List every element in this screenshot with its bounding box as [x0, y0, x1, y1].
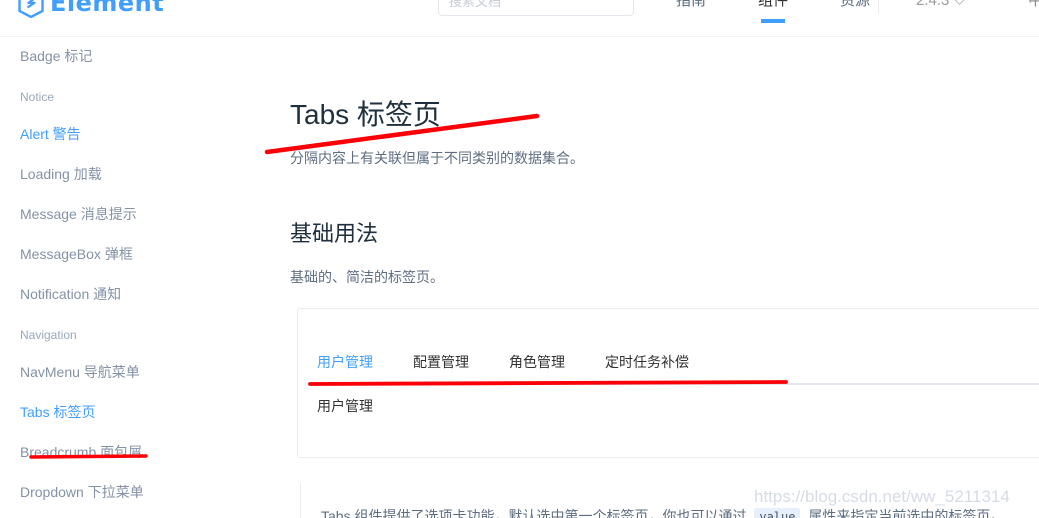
sidebar-item-badge[interactable]: Badge 标记: [0, 36, 290, 76]
nav-item-guide[interactable]: 指南: [650, 0, 732, 14]
nav-item-label: 资源: [840, 0, 871, 9]
site-header: Element 搜索文档 指南 组件 资源 2.4.3 中: [0, 0, 1039, 37]
tab-panel-content: 用户管理: [317, 398, 373, 414]
description-part1: Tabs 组件提供了选项卡功能，默认选中第一个标签页，你也可以通过: [321, 508, 747, 518]
tab-role-management[interactable]: 角色管理: [509, 343, 585, 381]
tabs-active-indicator: [317, 383, 373, 385]
sidebar-group-navigation: Navigation: [20, 328, 77, 342]
tab-label: 用户管理: [317, 354, 373, 370]
logo-wordmark: Element: [50, 0, 165, 17]
sidebar-item-breadcrumb[interactable]: Breadcrumb 面包屑: [0, 432, 290, 472]
sidebar-item-message[interactable]: Message 消息提示: [0, 194, 290, 234]
tab-config-management[interactable]: 配置管理: [413, 343, 489, 381]
sidebar-item-navmenu[interactable]: NavMenu 导航菜单: [0, 352, 290, 392]
nav-item-components[interactable]: 组件: [732, 0, 814, 14]
language-label: 中: [1028, 0, 1039, 9]
nav-item-label: 指南: [676, 0, 707, 9]
version-selector[interactable]: 2.4.3: [916, 0, 967, 14]
sidebar-item-notification[interactable]: Notification 通知: [0, 274, 290, 314]
tab-label: 角色管理: [509, 354, 565, 370]
page-subtitle: 分隔内容上有关联但属于不同类别的数据集合。: [290, 149, 584, 166]
nav-item-resources[interactable]: 资源: [814, 0, 896, 14]
tabs-list: 用户管理 配置管理 角色管理 定时任务补偿: [317, 343, 1039, 381]
header-divider: [878, 0, 879, 14]
version-label: 2.4.3: [916, 0, 950, 9]
tab-label: 配置管理: [413, 354, 469, 370]
tab-scheduled-task-compensation[interactable]: 定时任务补偿: [605, 343, 709, 381]
component-sidebar[interactable]: Badge 标记 Notice Alert 警告 Loading 加载 Mess…: [0, 36, 290, 518]
page-title: Tabs 标签页: [290, 99, 441, 130]
nav-item-label: 组件: [758, 0, 789, 9]
description-part2: 属性来指定当前选中的标签页。: [808, 508, 1005, 518]
site-logo[interactable]: Element: [18, 0, 165, 19]
language-switcher[interactable]: 中: [1028, 0, 1039, 14]
sidebar-item-tabs[interactable]: Tabs 标签页: [0, 392, 290, 432]
sidebar-item-loading[interactable]: Loading 加载: [0, 154, 290, 194]
tab-label: 定时任务补偿: [605, 354, 689, 370]
main-content: Tabs 标签页 分隔内容上有关联但属于不同类别的数据集合。 基础用法 基础的、…: [290, 36, 1039, 518]
sidebar-item-messagebox[interactable]: MessageBox 弹框: [0, 234, 290, 274]
tabs-header: 用户管理 配置管理 角色管理 定时任务补偿: [317, 343, 1039, 385]
search-input[interactable]: 搜索文档: [438, 0, 634, 16]
tabs-baseline: [317, 383, 1039, 385]
blog-watermark: https://blog.csdn.net/ww_5211314: [754, 487, 1010, 506]
tab-user-management[interactable]: 用户管理: [317, 343, 393, 381]
chevron-down-icon: [953, 0, 967, 5]
sidebar-item-alert[interactable]: Alert 警告: [0, 114, 290, 154]
demo-card: 用户管理 配置管理 角色管理 定时任务补偿 用户管理: [297, 308, 1039, 458]
element-shield-logo-icon: [18, 0, 44, 19]
sidebar-group-notice: Notice: [20, 90, 55, 104]
section-title-basic-usage: 基础用法: [290, 220, 379, 246]
section-description: 基础的、简洁的标签页。: [290, 268, 444, 285]
search-placeholder: 搜索文档: [449, 0, 502, 9]
main-nav: 指南 组件 资源: [650, 0, 896, 14]
inline-code-value: value: [754, 508, 801, 518]
sidebar-item-dropdown[interactable]: Dropdown 下拉菜单: [0, 472, 290, 512]
